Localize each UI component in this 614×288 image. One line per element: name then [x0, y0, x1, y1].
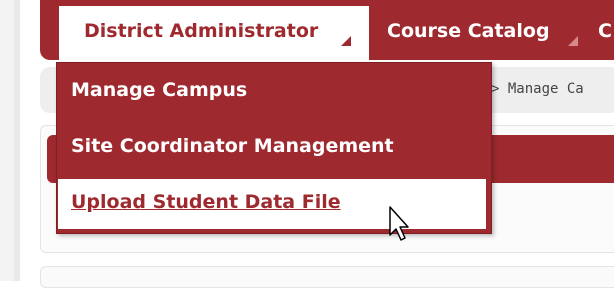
caret-down-icon — [568, 36, 578, 46]
secondary-panel — [40, 266, 614, 288]
left-gutter — [0, 0, 14, 281]
left-divider — [14, 0, 20, 281]
menu-item-upload-student-data-file[interactable]: Upload Student Data File — [71, 191, 341, 213]
nav-tab-label-course-catalog[interactable]: Course Catalog — [387, 20, 550, 42]
nav-tab-label-partial[interactable]: C — [598, 20, 612, 42]
nav-tab-label-district-administrator[interactable]: District Administrator — [84, 20, 318, 42]
pointer-arrow-icon — [389, 206, 409, 241]
menu-item-site-coordinator-management[interactable]: Site Coordinator Management — [71, 135, 394, 157]
breadcrumb-text: > Manage Ca — [491, 81, 584, 97]
menu-item-manage-campus[interactable]: Manage Campus — [71, 79, 247, 101]
caret-down-icon — [341, 36, 351, 46]
